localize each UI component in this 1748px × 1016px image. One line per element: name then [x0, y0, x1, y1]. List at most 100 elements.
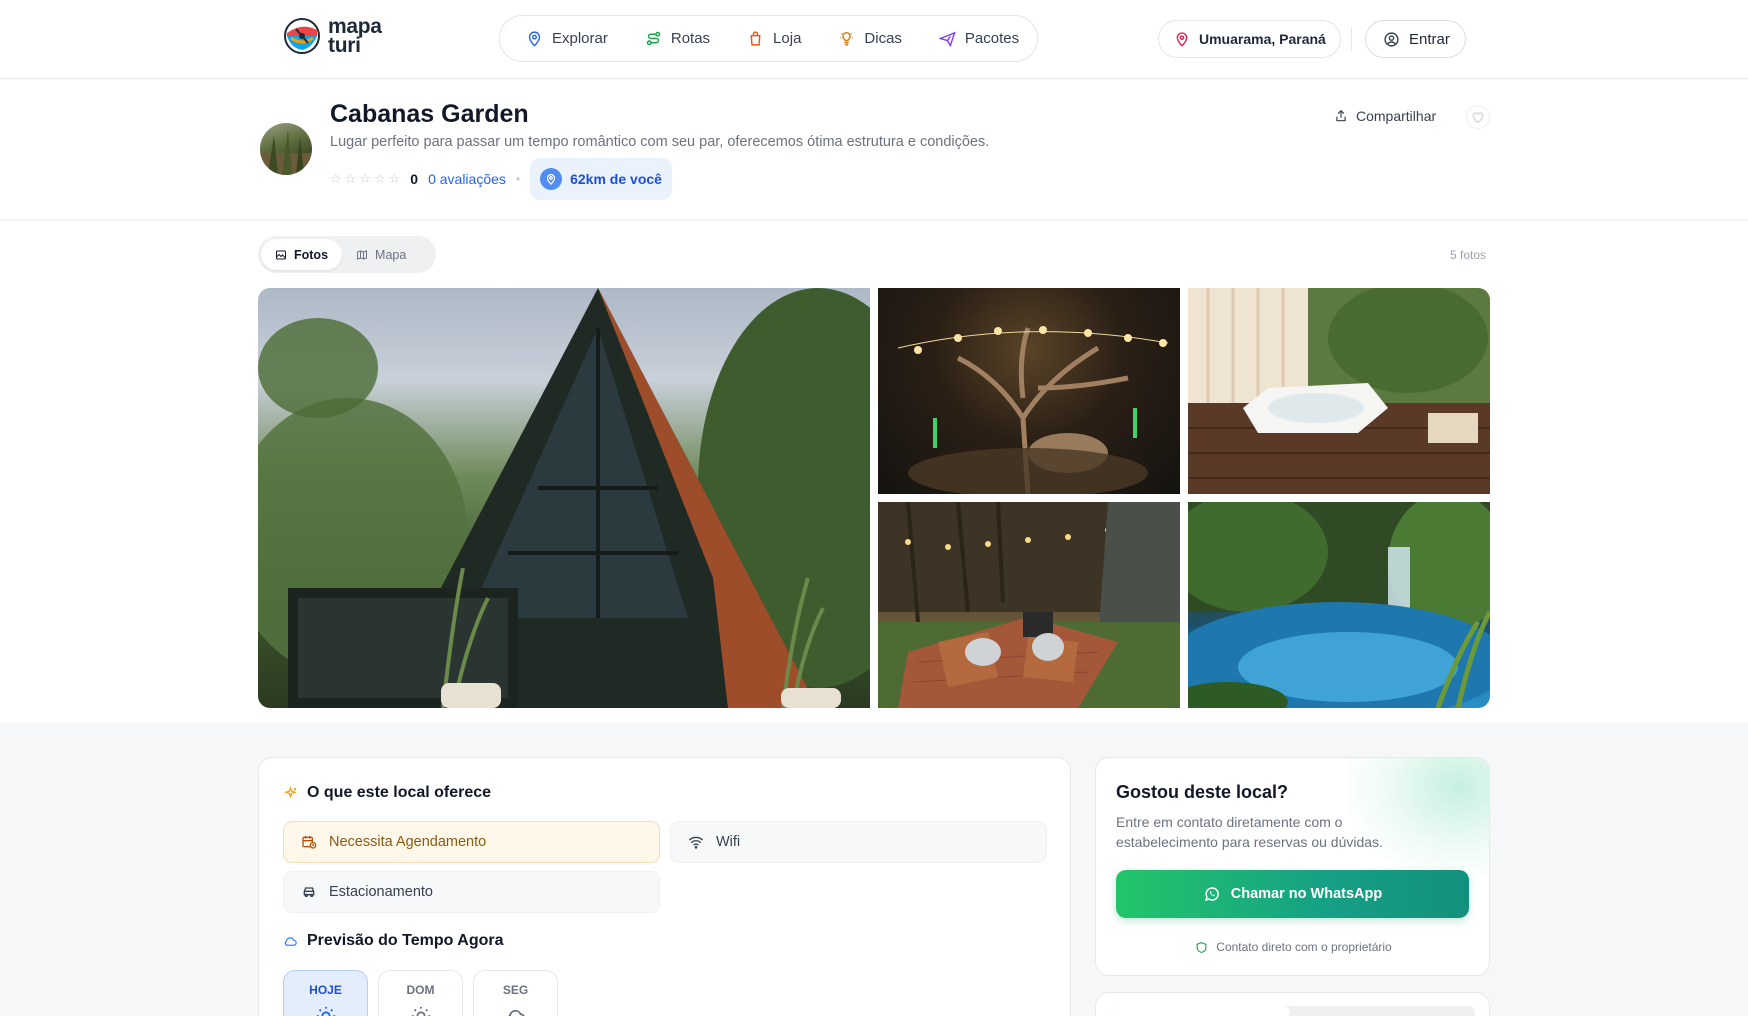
tab-label: Fotos [294, 247, 329, 262]
weather-day-dom[interactable]: DOM [378, 970, 463, 1016]
amenity-label: Necessita Agendamento [329, 834, 487, 850]
nav-item-dicas[interactable]: Dicas [838, 30, 902, 47]
contact-description: Entre em contato diretamente com o estab… [1116, 814, 1383, 850]
photo-a-frame-cabin[interactable] [258, 288, 870, 708]
whatsapp-button[interactable]: Chamar no WhatsApp [1116, 870, 1469, 918]
nav-item-rotas[interactable]: Rotas [645, 30, 710, 47]
star-icon: ☆ [330, 171, 342, 186]
tab-mapa[interactable]: Mapa [342, 239, 420, 270]
reviews-link[interactable]: 0 avaliações [428, 171, 506, 187]
location-label: Umuarama, Paraná [1199, 31, 1326, 47]
nav-label: Rotas [670, 30, 711, 47]
rating-value: 0 [410, 171, 419, 187]
sparkles-icon [284, 785, 297, 799]
car-icon [303, 887, 315, 897]
favorite-button[interactable] [1466, 105, 1490, 129]
nav-label: Loja [773, 30, 802, 47]
amenity-label: Estacionamento [329, 884, 433, 900]
amenities-card: O que este local oferece Necessita Agend… [258, 757, 1071, 1016]
brand-logo[interactable]: mapa turi [282, 16, 382, 56]
location-pin-icon [540, 168, 563, 190]
logo-compass-icon [284, 18, 320, 54]
share-icon [1336, 109, 1346, 122]
place-avatar [260, 123, 312, 175]
nav-label: Pacotes [964, 30, 1020, 47]
star-icon: ☆ [344, 171, 357, 186]
nav-item-loja[interactable]: Loja [747, 30, 801, 47]
contact-title: Gostou deste local? [1116, 782, 1289, 802]
nav-item-explorar[interactable]: Explorar [526, 30, 608, 47]
amenity-label: Wifi [716, 834, 741, 850]
brand-name: mapa turi [328, 16, 382, 57]
share-button[interactable]: Compartilhar [1334, 108, 1436, 124]
sun-icon [411, 1006, 430, 1016]
wifi-icon [688, 836, 704, 849]
calendar-clock-icon [302, 836, 317, 849]
user-circle-icon [1384, 31, 1399, 47]
star-icon: ☆ [359, 171, 371, 186]
rating-row: ☆ ☆ ☆ ☆ ☆ 0 0 avaliações • 62km de você [330, 158, 672, 200]
secondary-card [1095, 992, 1490, 1016]
photo-lit-tree-night[interactable] [878, 288, 1180, 494]
map-icon [357, 249, 368, 260]
weather-day-hoje[interactable]: HOJE [283, 970, 368, 1016]
place-header: Cabanas Garden Lugar perfeito para passa… [0, 80, 1748, 220]
day-label: HOJE [309, 983, 342, 997]
plane-icon [938, 31, 956, 47]
distance-badge: 62km de você [530, 158, 672, 200]
cloud-icon [284, 936, 297, 946]
contact-note: Contato direto com o proprietário [1096, 940, 1489, 954]
share-label: Compartilhar [1356, 108, 1437, 124]
map-pin-icon [1176, 32, 1188, 47]
login-button[interactable]: Entrar [1365, 20, 1466, 58]
weather-day-seg[interactable]: SEG [473, 970, 558, 1016]
tab-fotos[interactable]: Fotos [261, 239, 343, 270]
photo-waterfall-pool[interactable] [1188, 502, 1490, 708]
star-icon: ☆ [388, 171, 401, 186]
top-header: mapa turi Explorar Rotas Loja Dicas Paco… [0, 0, 1748, 79]
contact-note-label: Contato direto com o proprietário [1216, 940, 1392, 954]
gallery-section: Fotos Mapa 5 fotos [0, 221, 1748, 723]
shopping-bag-icon [750, 31, 761, 46]
day-label: DOM [406, 983, 435, 997]
shield-check-icon [1196, 941, 1207, 953]
nav-label: Dicas [864, 30, 902, 47]
day-label: SEG [502, 983, 529, 997]
location-selector[interactable]: Umuarama, Paraná [1158, 20, 1341, 58]
whatsapp-label: Chamar no WhatsApp [1230, 886, 1383, 902]
route-icon [646, 31, 661, 46]
place-title: Cabanas Garden [330, 100, 529, 128]
sun-icon [316, 1006, 335, 1016]
photo-firepit-chairs[interactable] [878, 502, 1180, 708]
heart-icon [1472, 112, 1484, 124]
rating-stars: ☆ ☆ ☆ ☆ ☆ [330, 171, 400, 187]
place-description: Lugar perfeito para passar um tempo româ… [330, 134, 990, 150]
brand-line-2: turi [328, 34, 361, 57]
nav-label: Explorar [552, 30, 608, 47]
nav-item-pacotes[interactable]: Pacotes [938, 30, 1020, 47]
star-icon: ☆ [373, 171, 386, 186]
login-label: Entrar [1409, 30, 1450, 48]
lightbulb-icon [840, 32, 854, 46]
main-nav: Explorar Rotas Loja Dicas Pacotes [499, 15, 1038, 62]
amenity-scheduling: Necessita Agendamento [283, 821, 660, 863]
header-divider [1351, 27, 1352, 51]
separator-dot: • [515, 172, 521, 186]
image-icon [276, 250, 286, 259]
weather-title-row: Previsão do Tempo Agora [283, 932, 503, 950]
distance-label: 62km de você [570, 171, 662, 187]
gallery-tabs: Fotos Mapa [258, 236, 436, 273]
photo-count: 5 fotos [1450, 248, 1487, 262]
whatsapp-icon [1204, 887, 1219, 902]
weather-title: Previsão do Tempo Agora [307, 932, 504, 949]
photo-jacuzzi[interactable] [1188, 288, 1490, 494]
contact-card: Gostou deste local? Entre em contato dir… [1095, 757, 1490, 976]
map-pin-icon [528, 31, 541, 47]
amenities-title: O que este local oferece [307, 784, 492, 801]
secondary-card-tabs[interactable] [1112, 1006, 1475, 1016]
amenity-wifi: Wifi [670, 821, 1047, 863]
amenity-parking: Estacionamento [283, 871, 660, 913]
tab-label: Mapa [375, 247, 407, 262]
cloud-icon [507, 1009, 525, 1016]
amenities-title-row: O que este local oferece [283, 784, 491, 802]
